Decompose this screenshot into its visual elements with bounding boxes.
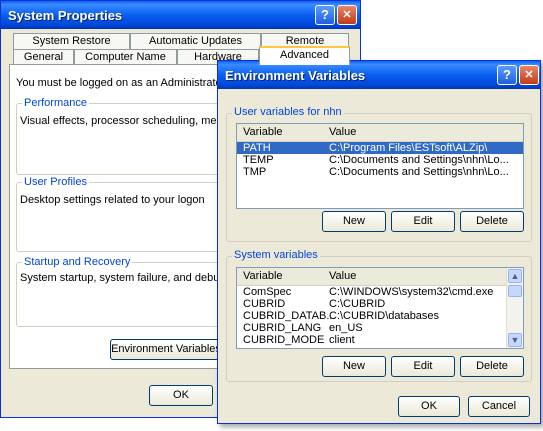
tab-general[interactable]: General: [13, 49, 74, 65]
startup-recovery-label: Startup and Recovery: [22, 256, 133, 268]
performance-description: Visual effects, processor scheduling, me…: [20, 115, 251, 127]
user-profiles-label: User Profiles: [22, 176, 89, 188]
variable-name: CUBRID: [243, 298, 286, 310]
variable-name: ComSpec: [243, 286, 292, 298]
list-item[interactable]: CUBRID_DATAB... C:\CUBRID\databases: [237, 310, 507, 322]
variable-name: CUBRID_MODE: [243, 334, 325, 346]
window-title: System Properties: [8, 8, 123, 23]
list-item[interactable]: CUBRID_LANG en_US: [237, 322, 507, 334]
env-ok-button[interactable]: OK: [398, 396, 460, 417]
list-item[interactable]: CUBRID_MODE client: [237, 334, 507, 346]
user-new-button[interactable]: New: [322, 211, 386, 232]
variable-name: CUBRID_DATAB...: [243, 310, 336, 322]
scroll-thumb[interactable]: [508, 285, 522, 297]
user-delete-button[interactable]: Delete: [460, 211, 524, 232]
user-variables-list[interactable]: Variable Value PATH C:\Program Files\EST…: [236, 123, 524, 209]
variable-value: C:\Documents and Settings\nhn\Lo...: [329, 154, 509, 166]
tab-system-restore[interactable]: System Restore: [13, 33, 130, 49]
variable-value: C:\Program Files\ESTsoft\ALZip\: [329, 142, 488, 154]
column-header-variable[interactable]: Variable: [243, 126, 283, 138]
performance-label: Performance: [22, 97, 89, 109]
column-header-value[interactable]: Value: [329, 126, 356, 138]
environment-variables-titlebar[interactable]: Environment Variables ? ✕: [218, 61, 540, 89]
variable-value: C:\CUBRID\databases: [329, 310, 440, 322]
close-button[interactable]: ✕: [519, 65, 539, 85]
variable-value: client: [329, 334, 355, 346]
system-variables-label: System variables: [232, 249, 320, 261]
variable-name: PATH: [243, 142, 271, 154]
system-list-scrollbar[interactable]: ▲ ▼: [506, 268, 523, 348]
environment-variables-window: Environment Variables ? ✕ User variables…: [217, 60, 541, 424]
variable-name: TEMP: [243, 154, 274, 166]
column-header-variable[interactable]: Variable: [243, 270, 283, 282]
variable-name: TMP: [243, 166, 267, 178]
admin-note: You must be logged on as an Administrato…: [16, 77, 250, 89]
system-variables-list[interactable]: Variable Value ComSpec C:\WINDOWS\system…: [236, 267, 524, 349]
list-item[interactable]: CUBRID C:\CUBRID: [237, 298, 507, 310]
variable-value: C:\CUBRID: [329, 298, 386, 310]
list-item[interactable]: TEMP C:\Documents and Settings\nhn\Lo...: [237, 154, 523, 166]
user-variables-label: User variables for nhn: [232, 106, 344, 118]
tab-computer-name[interactable]: Computer Name: [74, 49, 177, 65]
user-edit-button[interactable]: Edit: [391, 211, 455, 232]
help-button[interactable]: ?: [315, 5, 335, 25]
list-header: Variable Value: [237, 124, 523, 142]
variable-value: C:\Documents and Settings\nhn\Lo...: [329, 166, 509, 178]
list-header: Variable Value: [237, 268, 507, 286]
system-edit-button[interactable]: Edit: [391, 356, 455, 377]
list-item[interactable]: TMP C:\Documents and Settings\nhn\Lo...: [237, 166, 523, 178]
column-header-value[interactable]: Value: [329, 270, 356, 282]
list-item[interactable]: ComSpec C:\WINDOWS\system32\cmd.exe: [237, 286, 507, 298]
tab-automatic-updates[interactable]: Automatic Updates: [130, 33, 261, 49]
help-button[interactable]: ?: [497, 65, 517, 85]
system-properties-titlebar[interactable]: System Properties ? ✕: [1, 1, 360, 29]
scroll-down-arrow-icon[interactable]: ▼: [508, 333, 522, 347]
close-button[interactable]: ✕: [337, 5, 357, 25]
user-profiles-description: Desktop settings related to your logon: [20, 194, 205, 206]
system-delete-button[interactable]: Delete: [460, 356, 524, 377]
variable-value: en_US: [329, 322, 363, 334]
system-new-button[interactable]: New: [322, 356, 386, 377]
variable-value: C:\WINDOWS\system32\cmd.exe: [329, 286, 494, 298]
scroll-up-arrow-icon[interactable]: ▲: [508, 269, 522, 283]
dialog-title: Environment Variables: [225, 68, 366, 83]
env-cancel-button[interactable]: Cancel: [468, 396, 530, 417]
tab-advanced[interactable]: Advanced: [259, 46, 350, 65]
list-item[interactable]: PATH C:\Program Files\ESTsoft\ALZip\: [237, 142, 523, 154]
startup-recovery-description: System startup, system failure, and debu…: [20, 272, 247, 284]
variable-name: CUBRID_LANG: [243, 322, 322, 334]
system-properties-ok-button[interactable]: OK: [149, 385, 213, 406]
environment-variables-button[interactable]: Environment Variables: [110, 339, 222, 360]
